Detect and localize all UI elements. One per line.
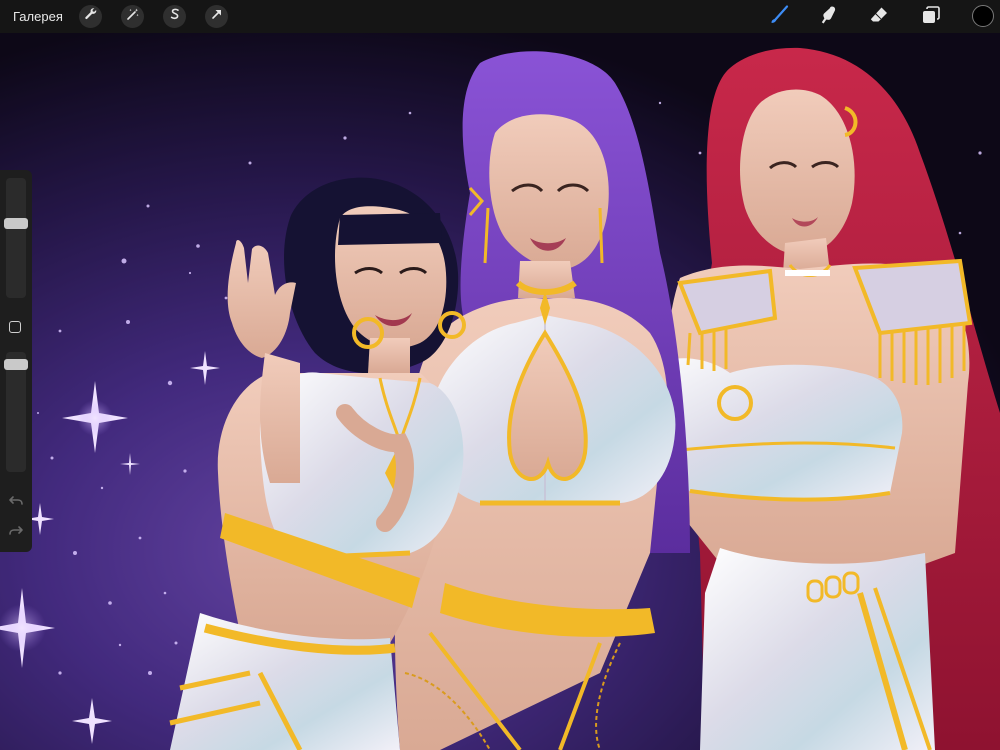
square-modify-icon[interactable]: [9, 321, 21, 333]
undo-button[interactable]: [8, 492, 24, 508]
eraser-tool-button[interactable]: [867, 5, 891, 29]
procreate-app: Галерея: [0, 0, 1000, 750]
brush-tool-button[interactable]: [767, 4, 791, 31]
selection-button[interactable]: [163, 5, 186, 28]
brush-icon: [768, 4, 790, 31]
brush-size-slider[interactable]: [4, 178, 28, 298]
artwork-illustration: [0, 33, 1000, 750]
left-sidebar: [0, 170, 32, 552]
magic-wand-icon: [126, 7, 140, 26]
smudge-finger-icon: [818, 4, 840, 31]
color-picker-button[interactable]: [972, 5, 994, 27]
smudge-tool-button[interactable]: [817, 5, 841, 29]
adjustments-button[interactable]: [121, 5, 144, 28]
arrow-cursor-icon: [210, 7, 224, 26]
undo-icon: [8, 495, 24, 512]
gallery-button[interactable]: Галерея: [13, 9, 63, 25]
opacity-slider[interactable]: [4, 352, 28, 472]
redo-icon: [8, 525, 24, 542]
wrench-icon: [84, 7, 98, 26]
layers-button[interactable]: [919, 5, 943, 29]
opacity-slider-thumb[interactable]: [4, 359, 28, 370]
top-toolbar: Галерея: [0, 0, 1000, 33]
eraser-icon: [868, 4, 890, 31]
layers-icon: [920, 4, 942, 31]
actions-button[interactable]: [79, 5, 102, 28]
drawing-canvas[interactable]: [0, 33, 1000, 750]
redo-button[interactable]: [8, 522, 24, 538]
brush-size-slider-thumb[interactable]: [4, 218, 28, 229]
selection-s-icon: [168, 7, 182, 26]
transform-button[interactable]: [205, 5, 228, 28]
